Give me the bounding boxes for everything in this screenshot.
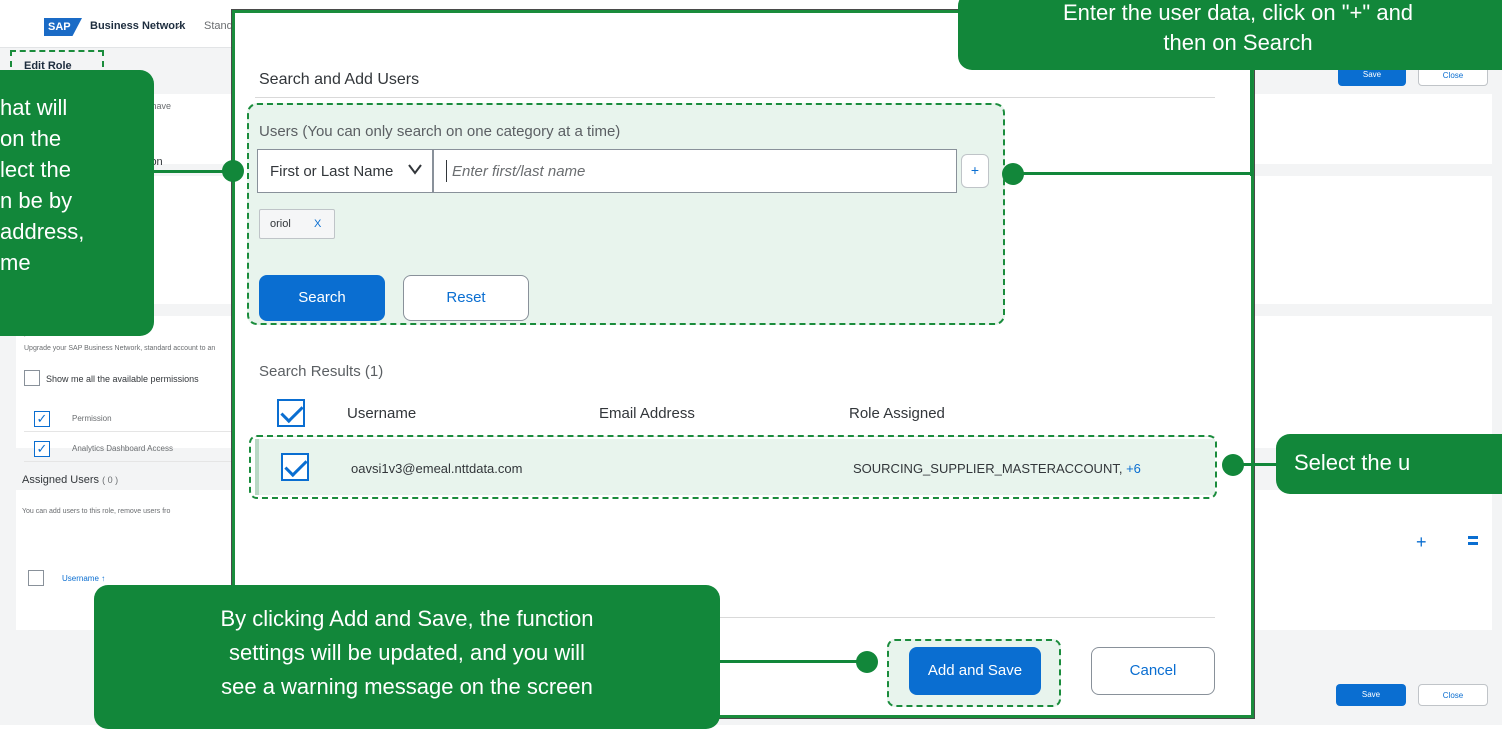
category-select[interactable]: First or Last Name (257, 149, 433, 193)
text-cursor (446, 160, 447, 182)
column-header-username: Username (347, 405, 417, 422)
column-header-role: Role Assigned (849, 405, 945, 422)
permission-cell: Permission (72, 414, 112, 423)
search-token-label: oriol (270, 218, 291, 230)
callout-dot (856, 651, 878, 673)
results-table-header: Username Email Address Role Assigned (255, 387, 1215, 437)
callout-connector (720, 660, 870, 663)
sap-logo: SAP (44, 18, 82, 36)
reset-button[interactable]: Reset (403, 275, 529, 321)
callout-search-category: hat will on the lect the n be by address… (0, 70, 154, 336)
chevron-down-icon (406, 160, 424, 183)
callout-dot (1002, 163, 1024, 185)
callout-enter-user-data: Enter the user data, click on "+" and th… (958, 0, 1502, 70)
callout-dot (222, 160, 244, 182)
name-search-placeholder: Enter first/last name (452, 163, 586, 180)
callout-connector (1014, 172, 1253, 175)
result-row-highlight (249, 435, 1217, 499)
permission-checkbox[interactable]: ✓ (34, 441, 50, 457)
callout-dot (1222, 454, 1244, 476)
dialog-title: Search and Add Users (259, 71, 420, 88)
assigned-users-count: ( 0 ) (102, 475, 119, 485)
category-select-value: First or Last Name (270, 163, 394, 180)
cancel-button[interactable]: Cancel (1091, 647, 1215, 695)
search-results-label: Search Results (1) (259, 363, 384, 380)
add-criteria-button[interactable]: + (961, 154, 989, 188)
assigned-users-label: Assigned Users (22, 474, 100, 486)
close-icon[interactable]: X (314, 218, 321, 230)
add-icon[interactable]: + (1416, 532, 1427, 553)
table-row: ✓ Analytics Dashboard Access (24, 436, 234, 462)
name-search-input[interactable]: Enter first/last name (433, 149, 957, 193)
brand-title[interactable]: Business Network (90, 20, 185, 32)
save-button-bottom[interactable]: Save (1336, 684, 1406, 706)
show-all-permissions-label: Show me all the available permissions (46, 374, 199, 384)
users-search-label: Users (You can only search on one catego… (259, 123, 621, 140)
divider (255, 97, 1215, 98)
search-token: oriol X (259, 209, 335, 239)
chevron-down-icon[interactable]: ⌄ (174, 20, 182, 31)
assigned-users-title: Assigned Users ( 0 ) (22, 474, 118, 486)
select-all-users-checkbox[interactable] (28, 570, 44, 586)
column-header-email: Email Address (599, 405, 695, 422)
select-all-checkbox[interactable] (277, 399, 305, 427)
close-button-bottom[interactable]: Close (1418, 684, 1488, 706)
permission-cell: Analytics Dashboard Access (72, 444, 173, 453)
table-settings-icon[interactable] (1468, 536, 1478, 545)
add-and-save-button[interactable]: Add and Save (909, 647, 1041, 695)
assigned-users-description: You can add users to this role, remove u… (22, 508, 171, 515)
callout-add-and-save: By clicking Add and Save, the function s… (94, 585, 720, 729)
search-button[interactable]: Search (259, 275, 385, 321)
username-column-header[interactable]: Username ↑ (62, 574, 105, 583)
callout-connector (1250, 70, 1253, 176)
permission-checkbox[interactable]: ✓ (34, 411, 50, 427)
show-all-permissions-checkbox[interactable] (24, 370, 40, 386)
table-row: ✓ Permission (24, 406, 234, 432)
callout-select-user: Select the u (1276, 434, 1502, 494)
